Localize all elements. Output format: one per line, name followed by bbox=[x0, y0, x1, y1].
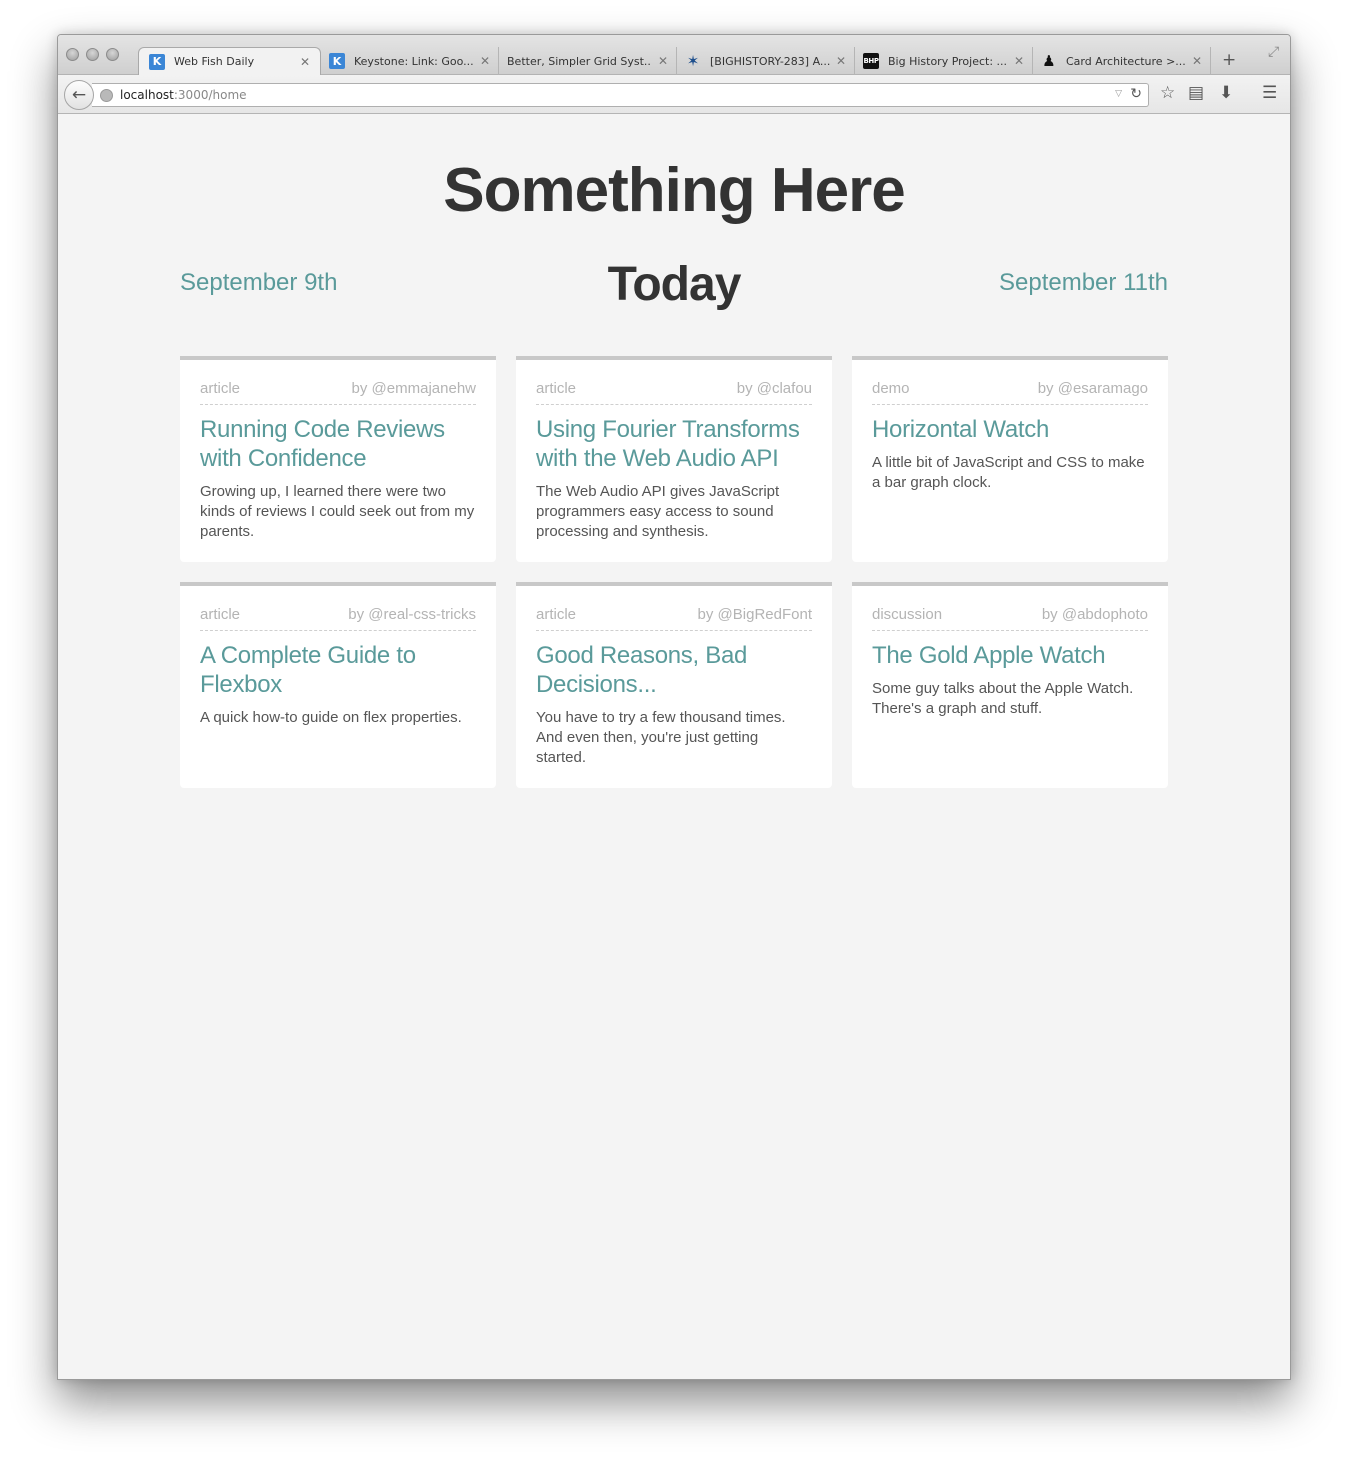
card-author: by @emmajanehw bbox=[351, 380, 476, 397]
card: article by @clafou Using Fourier Transfo… bbox=[516, 356, 832, 562]
tab-title: Keystone: Link: Goo... bbox=[354, 54, 474, 68]
card-author: by @abdophoto bbox=[1041, 606, 1148, 623]
tab-big-history-project[interactable]: BHP Big History Project: ... ✕ bbox=[855, 47, 1033, 75]
site-title: Something Here bbox=[443, 156, 905, 225]
silhouette-icon: ♟ bbox=[1042, 52, 1056, 70]
card-title-link[interactable]: A Complete Guide to Flexbox bbox=[200, 641, 476, 699]
tab-title: Big History Project: ... bbox=[888, 54, 1008, 68]
url-host: localhost bbox=[120, 88, 174, 102]
keystone-k-icon: K bbox=[329, 53, 345, 69]
card-description: You have to try a few thousand times. An… bbox=[536, 709, 786, 766]
tab-web-fish-daily[interactable]: K Web Fish Daily ✕ bbox=[138, 47, 321, 75]
card-type: demo bbox=[872, 380, 910, 397]
card-description: The Web Audio API gives JavaScript progr… bbox=[536, 483, 780, 540]
card: article by @real-css-tricks A Complete G… bbox=[180, 582, 496, 788]
url-path: :3000/home bbox=[173, 88, 247, 102]
card-type: article bbox=[200, 380, 241, 397]
tab-close-icon[interactable]: ✕ bbox=[1014, 54, 1024, 68]
date-navigation: September 9th Today September 11th bbox=[180, 257, 1168, 317]
card-description: A quick how-to guide on flex properties. bbox=[200, 709, 462, 726]
card-description: Growing up, I learned there were two kin… bbox=[200, 483, 475, 540]
url-text[interactable]: localhost:3000/home bbox=[120, 88, 247, 102]
window-controls bbox=[66, 48, 119, 61]
card-meta: article by @BigRedFont bbox=[536, 606, 812, 631]
keystone-k-icon: K bbox=[149, 53, 165, 70]
tab-strip: K Web Fish Daily ✕ K Keystone: Link: Goo… bbox=[58, 35, 1290, 75]
card-meta: discussion by @abdophoto bbox=[872, 606, 1148, 631]
tab-card-architecture[interactable]: ♟ Card Architecture >... ✕ bbox=[1033, 47, 1211, 75]
card-meta: article by @emmajanehw bbox=[200, 380, 476, 405]
tab-title: [BIGHISTORY-283] A... bbox=[710, 54, 830, 68]
tab-close-icon[interactable]: ✕ bbox=[480, 54, 490, 68]
close-window-button[interactable] bbox=[66, 48, 79, 61]
tab-title: Web Fish Daily bbox=[174, 55, 255, 68]
card-title-link[interactable]: The Gold Apple Watch bbox=[872, 641, 1148, 670]
card: discussion by @abdophoto The Gold Apple … bbox=[852, 582, 1168, 788]
card-author: by @real-css-tricks bbox=[348, 606, 476, 623]
reload-icon[interactable]: ↻ bbox=[1130, 86, 1142, 102]
card-author: by @esaramago bbox=[1037, 380, 1148, 397]
card-title-link[interactable]: Good Reasons, Bad Decisions... bbox=[536, 641, 812, 699]
card-description: Some guy talks about the Apple Watch. Th… bbox=[872, 680, 1134, 717]
tab-close-icon[interactable]: ✕ bbox=[1192, 54, 1202, 68]
tab-better-simpler-grid[interactable]: Better, Simpler Grid Syst... ✕ bbox=[499, 47, 677, 75]
tab-close-icon[interactable]: ✕ bbox=[658, 54, 668, 68]
next-day-link[interactable]: September 11th bbox=[999, 269, 1168, 297]
bookmark-star-icon[interactable]: ☆ bbox=[1160, 83, 1175, 103]
card-title-link[interactable]: Running Code Reviews with Confidence bbox=[200, 415, 476, 473]
card-author: by @BigRedFont bbox=[697, 606, 812, 623]
card: demo by @esaramago Horizontal Watch A li… bbox=[852, 356, 1168, 562]
back-arrow-icon[interactable]: ← bbox=[64, 80, 94, 110]
card-type: article bbox=[536, 606, 577, 623]
new-tab-plus-icon[interactable]: + bbox=[1222, 50, 1236, 70]
download-arrow-icon[interactable]: ⬇ bbox=[1219, 83, 1233, 103]
card-meta: article by @clafou bbox=[536, 380, 812, 405]
bhp-logo-icon: BHP bbox=[863, 53, 879, 69]
tab-close-icon[interactable]: ✕ bbox=[300, 55, 310, 69]
tab-title: Card Architecture >... bbox=[1066, 54, 1186, 68]
page-content: Something Here September 9th Today Septe… bbox=[58, 115, 1290, 1379]
card-grid: article by @emmajanehw Running Code Revi… bbox=[180, 356, 1168, 788]
tab-close-icon[interactable]: ✕ bbox=[836, 54, 846, 68]
fullscreen-arrows-icon[interactable]: ⤢ bbox=[1268, 44, 1279, 60]
hamburger-menu-icon[interactable]: ☰ bbox=[1262, 83, 1277, 103]
tab-bighistory-283[interactable]: ✶ [BIGHISTORY-283] A... ✕ bbox=[677, 47, 855, 75]
reading-list-icon[interactable]: ▤ bbox=[1188, 83, 1204, 103]
url-bar[interactable]: localhost:3000/home ▽ ↻ bbox=[92, 83, 1149, 107]
zoom-window-button[interactable] bbox=[106, 48, 119, 61]
card-title-link[interactable]: Horizontal Watch bbox=[872, 415, 1148, 444]
card-title-link[interactable]: Using Fourier Transforms with the Web Au… bbox=[536, 415, 812, 473]
minimize-window-button[interactable] bbox=[86, 48, 99, 61]
globe-icon bbox=[100, 89, 113, 102]
url-history-dropdown-icon[interactable]: ▽ bbox=[1115, 89, 1122, 99]
card: article by @emmajanehw Running Code Revi… bbox=[180, 356, 496, 562]
card-type: discussion bbox=[872, 606, 943, 623]
jira-icon: ✶ bbox=[686, 52, 700, 70]
navigation-bar: localhost:3000/home ▽ ↻ ← ☆ ▤ ⬇ ☰ bbox=[58, 75, 1290, 114]
browser-window: K Web Fish Daily ✕ K Keystone: Link: Goo… bbox=[57, 34, 1291, 1380]
card-description: A little bit of JavaScript and CSS to ma… bbox=[872, 454, 1145, 491]
tab-title: Better, Simpler Grid Syst... bbox=[507, 54, 652, 68]
card-meta: demo by @esaramago bbox=[872, 380, 1148, 405]
tab-keystone-link[interactable]: K Keystone: Link: Goo... ✕ bbox=[321, 47, 499, 75]
card-author: by @clafou bbox=[736, 380, 812, 397]
card-type: article bbox=[200, 606, 241, 623]
card-type: article bbox=[536, 380, 577, 397]
card: article by @BigRedFont Good Reasons, Bad… bbox=[516, 582, 832, 788]
card-meta: article by @real-css-tricks bbox=[200, 606, 476, 631]
